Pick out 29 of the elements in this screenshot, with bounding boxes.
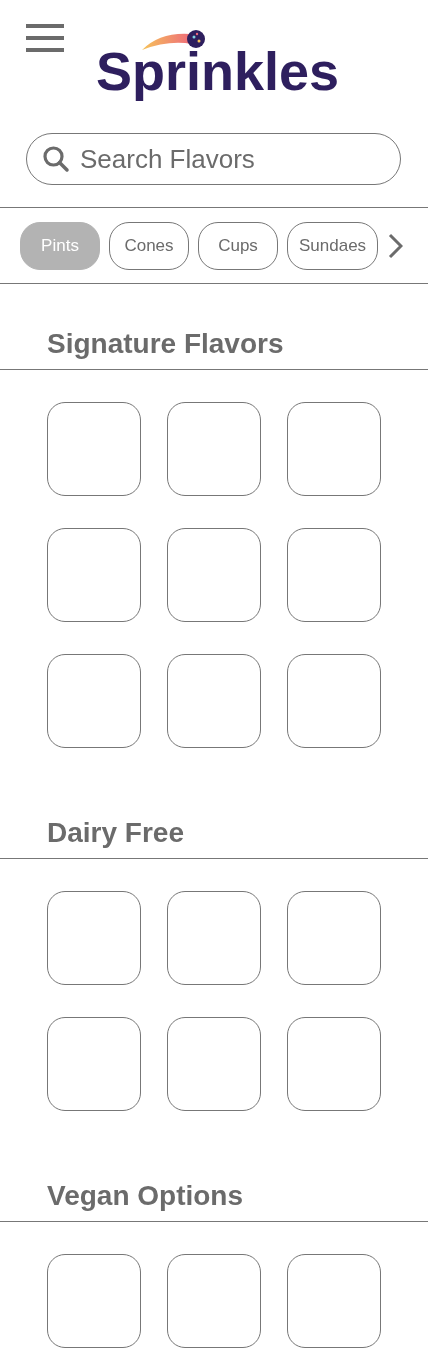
flavor-tile[interactable] (287, 1254, 381, 1348)
section-title: Dairy Free (46, 816, 185, 850)
flavor-tile[interactable] (167, 654, 261, 748)
flavor-tile[interactable] (287, 1017, 381, 1111)
flavor-tile[interactable] (47, 891, 141, 985)
flavor-tile[interactable] (47, 402, 141, 496)
menu-icon[interactable] (26, 24, 64, 52)
flavor-tile[interactable] (287, 891, 381, 985)
flavor-tile[interactable] (47, 1017, 141, 1111)
section-title: Signature Flavors (46, 327, 285, 361)
logo-text: Sprinkles (96, 40, 340, 102)
flavor-tile[interactable] (287, 402, 381, 496)
category-chip[interactable]: Cups (198, 221, 278, 270)
flavor-tile[interactable] (167, 1017, 261, 1111)
chevron-right-icon[interactable] (387, 232, 404, 259)
flavor-tile[interactable] (47, 1254, 141, 1348)
flavor-tile[interactable] (167, 402, 261, 496)
search-field[interactable]: Search Flavors (26, 133, 401, 185)
category-chip[interactable]: Sundaes (287, 221, 379, 270)
flavor-tile[interactable] (47, 654, 141, 748)
category-chip[interactable]: Cones (109, 221, 189, 270)
section-title: Vegan Options (46, 1179, 245, 1213)
search-icon (42, 145, 70, 173)
flavor-tile[interactable] (287, 528, 381, 622)
flavor-tile[interactable] (47, 528, 141, 622)
flavor-tile[interactable] (167, 891, 261, 985)
flavor-tile[interactable] (167, 528, 261, 622)
flavor-tile[interactable] (167, 1254, 261, 1348)
flavor-tile[interactable] (287, 654, 381, 748)
